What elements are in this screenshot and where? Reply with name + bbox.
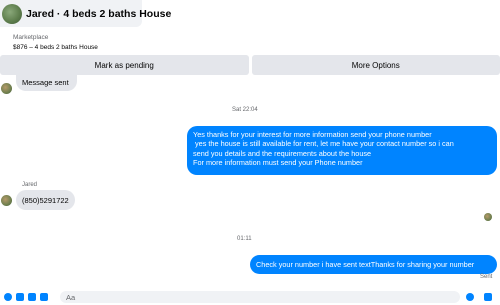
sender-avatar — [1, 83, 12, 94]
like-icon[interactable] — [484, 293, 492, 301]
message-list[interactable]: Message sent Sat 22:04 Yes thanks for yo… — [0, 73, 500, 290]
message-bubble-outgoing[interactable]: Check your number i have sent textThanks… — [250, 255, 497, 274]
emoji-icon[interactable] — [466, 293, 474, 301]
message-line: For more information must send your Phon… — [193, 157, 363, 167]
message-input[interactable]: Aa — [60, 291, 460, 303]
messenger-window: Jared · 4 beds 2 baths House Marketplace… — [0, 0, 500, 305]
timestamp: Sat 22:04 — [232, 107, 258, 113]
listing-link[interactable]: $876 – 4 beds 2 baths House — [13, 44, 98, 51]
conversation-title: Jared · 4 beds 2 baths House — [26, 7, 172, 20]
message-status: Sent — [480, 274, 493, 280]
composer: Aa — [0, 289, 500, 305]
conversation-header[interactable]: Jared · 4 beds 2 baths House — [0, 0, 171, 27]
sender-name: Jared — [22, 182, 38, 188]
marketplace-label: Marketplace — [13, 34, 49, 41]
gif-icon[interactable] — [40, 293, 48, 301]
sender-avatar — [1, 195, 12, 206]
message-line: yes the house is still available for ren… — [193, 139, 454, 149]
seen-avatar — [484, 213, 492, 221]
plus-icon[interactable] — [4, 293, 12, 301]
more-options-button[interactable]: More Options — [251, 55, 500, 75]
mark-as-pending-button[interactable]: Mark as pending — [0, 55, 249, 75]
sticker-icon[interactable] — [28, 293, 36, 301]
message-bubble-incoming[interactable]: Message sent — [16, 73, 77, 91]
message-line: Yes thanks for your interest for more in… — [193, 130, 432, 139]
timestamp: 01:11 — [237, 236, 252, 242]
message-bubble-outgoing[interactable]: Yes thanks for your interest for more in… — [187, 126, 497, 175]
listing-actions: Mark as pending More Options — [0, 55, 500, 75]
message-line: send you details and the requirements ab… — [193, 148, 372, 158]
avatar[interactable] — [2, 3, 22, 24]
image-icon[interactable] — [16, 293, 24, 301]
message-bubble-incoming[interactable]: (850)5291722 — [16, 190, 75, 210]
